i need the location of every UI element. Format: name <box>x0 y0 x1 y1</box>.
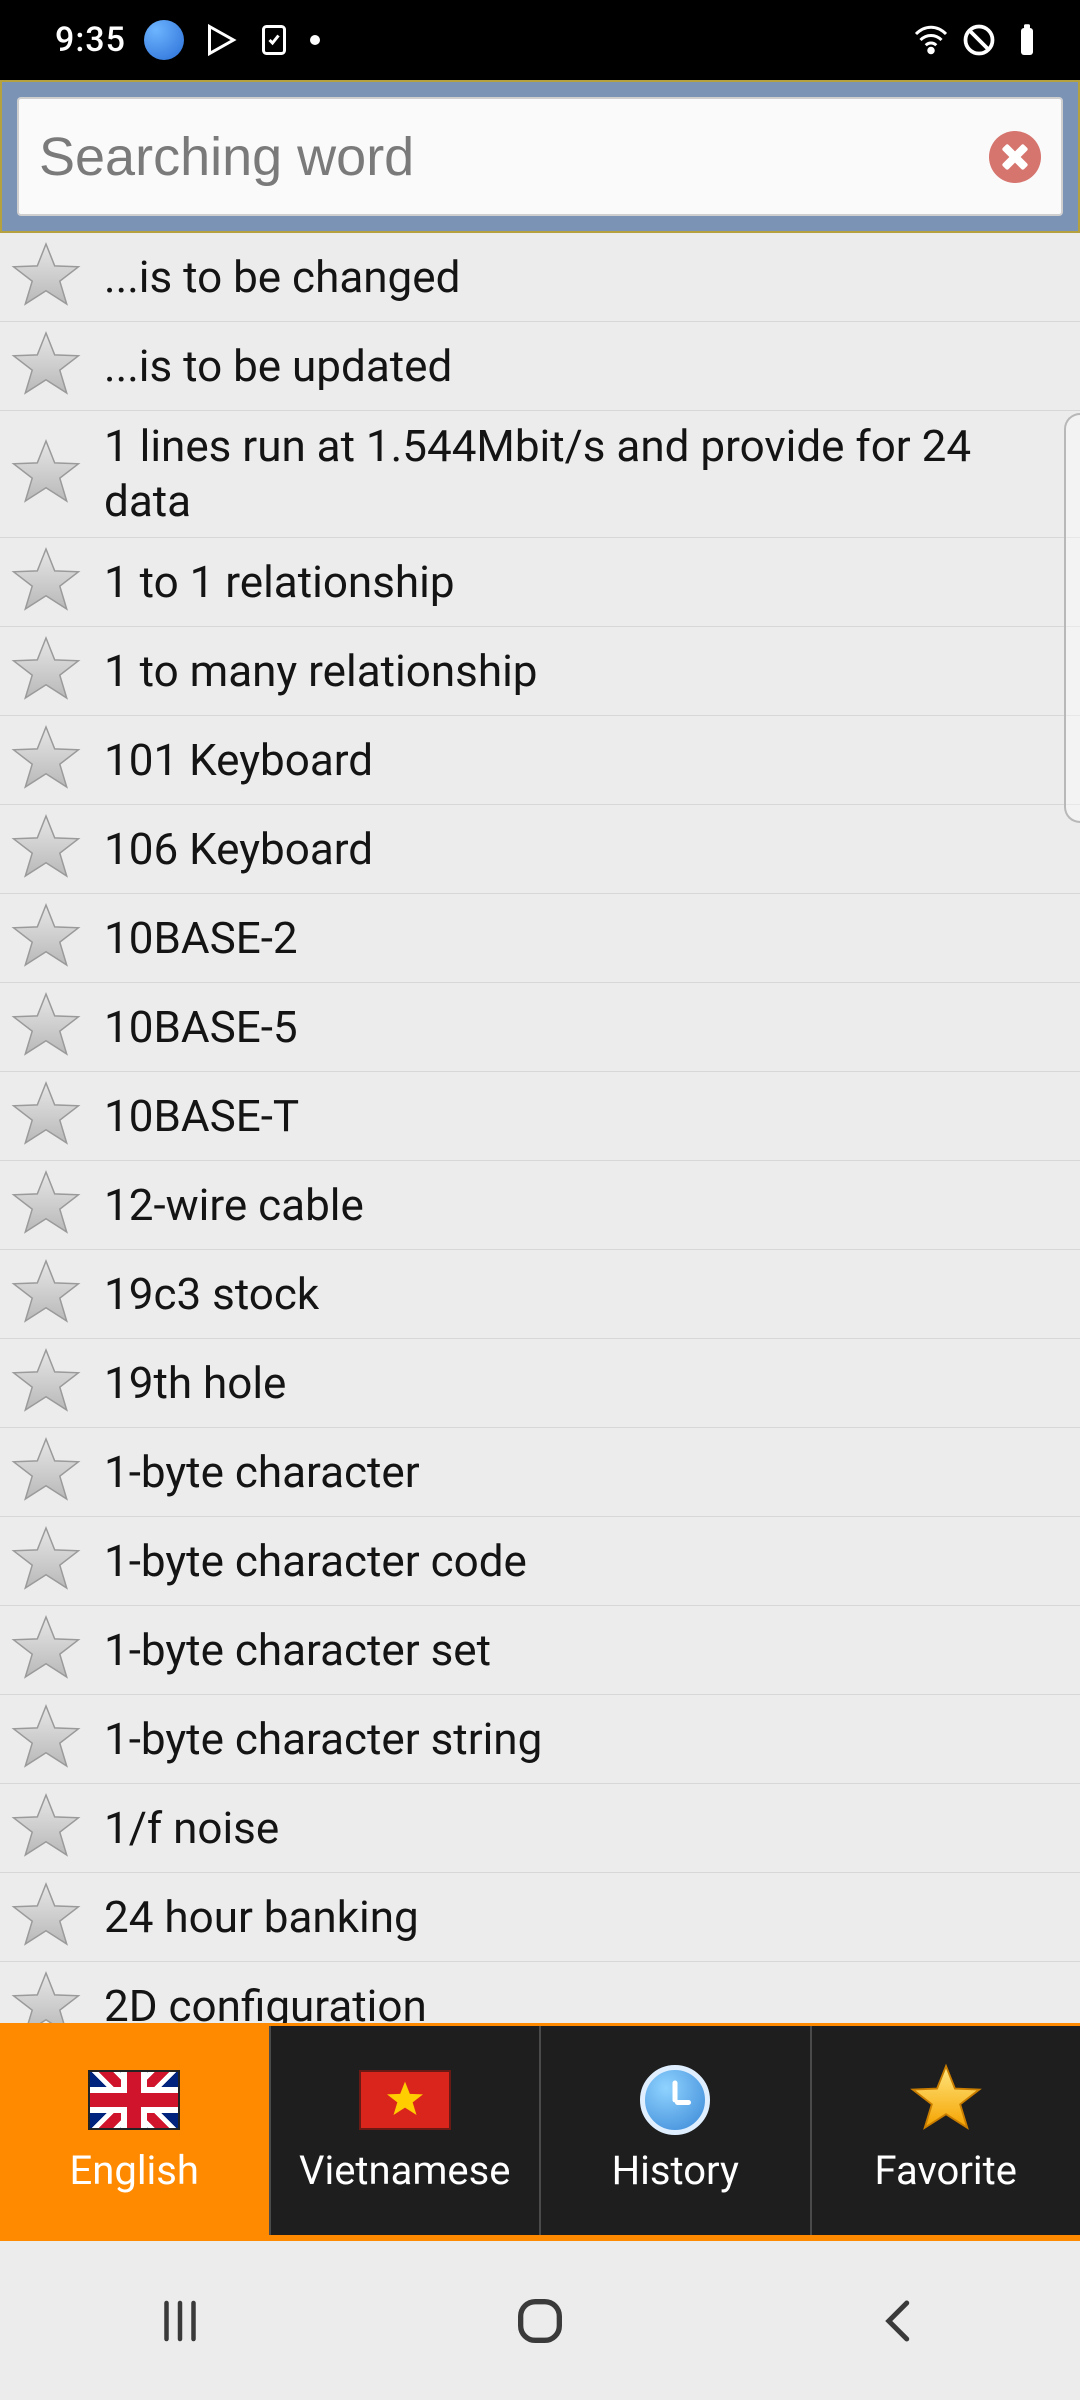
favorite-star-icon[interactable] <box>10 330 82 402</box>
word-text: 24 hour banking <box>104 1890 419 1945</box>
tab-english-label: English <box>70 2147 199 2194</box>
status-clock: 9:35 <box>55 20 126 60</box>
word-row[interactable]: 101 Keyboard <box>0 716 1080 805</box>
word-row[interactable]: 1-byte character <box>0 1428 1080 1517</box>
favorite-star-icon[interactable] <box>10 991 82 1063</box>
search-input[interactable] <box>39 126 989 188</box>
clock-icon <box>640 2065 710 2135</box>
favorite-star-icon[interactable] <box>10 546 82 618</box>
favorite-star-icon[interactable] <box>10 902 82 974</box>
word-row[interactable]: 1 to many relationship <box>0 627 1080 716</box>
word-text: 1-byte character <box>104 1445 420 1500</box>
android-status-bar: 9:35 <box>0 0 1080 80</box>
favorite-star-icon[interactable] <box>10 1703 82 1775</box>
word-text: 1 to many relationship <box>104 644 537 699</box>
favorite-star-icon[interactable] <box>10 813 82 885</box>
android-home-button[interactable] <box>440 2292 640 2350</box>
favorite-star-icon[interactable] <box>10 1436 82 1508</box>
word-text: 1-byte character set <box>104 1623 491 1678</box>
clear-search-icon[interactable] <box>989 131 1041 183</box>
word-text: 1/f noise <box>104 1801 279 1856</box>
favorite-star-icon[interactable] <box>10 1525 82 1597</box>
sim-card-icon <box>256 22 292 58</box>
do-not-disturb-icon <box>961 22 997 58</box>
tab-favorite[interactable]: Favorite <box>812 2026 1080 2235</box>
word-row[interactable]: 24 hour banking <box>0 1873 1080 1962</box>
word-row[interactable]: 10BASE-T <box>0 1072 1080 1161</box>
favorite-star-icon[interactable] <box>10 1169 82 1241</box>
word-row[interactable]: 19c3 stock <box>0 1250 1080 1339</box>
status-more-dot-icon <box>310 35 320 45</box>
search-box[interactable] <box>17 97 1063 216</box>
word-text: 106 Keyboard <box>104 822 373 877</box>
favorite-star-icon[interactable] <box>10 1080 82 1152</box>
tab-history[interactable]: History <box>541 2026 812 2235</box>
word-row[interactable]: ...is to be updated <box>0 322 1080 411</box>
android-nav-bar <box>0 2241 1080 2400</box>
word-text: 2D configuration <box>104 1979 427 2024</box>
tab-history-label: History <box>612 2147 739 2194</box>
search-bar-container <box>0 80 1080 233</box>
word-text: 12-wire cable <box>104 1178 364 1233</box>
uk-flag-icon <box>88 2070 180 2130</box>
android-recent-button[interactable] <box>80 2294 280 2348</box>
favorite-star-icon[interactable] <box>10 241 82 313</box>
word-list[interactable]: ...is to be changed ...is to be updated … <box>0 233 1080 2023</box>
word-row[interactable]: 10BASE-5 <box>0 983 1080 1072</box>
word-text: 1-byte character code <box>104 1534 527 1589</box>
word-text: 1-byte character string <box>104 1712 542 1767</box>
vietnam-flag-icon <box>359 2070 451 2130</box>
word-text: 10BASE-5 <box>104 1000 298 1055</box>
favorite-star-icon[interactable] <box>10 724 82 796</box>
tab-favorite-label: Favorite <box>875 2147 1017 2194</box>
android-back-button[interactable] <box>800 2294 1000 2348</box>
battery-icon <box>1009 22 1045 58</box>
word-row[interactable]: 2D configuration <box>0 1962 1080 2023</box>
word-text: 1 to 1 relationship <box>104 555 455 610</box>
word-row[interactable]: 1-byte character code <box>0 1517 1080 1606</box>
favorite-star-icon[interactable] <box>10 1881 82 1953</box>
favorite-star-icon[interactable] <box>10 1792 82 1864</box>
word-text: ...is to be updated <box>104 339 452 394</box>
tab-vietnamese-label: Vietnamese <box>299 2147 510 2194</box>
favorite-star-icon[interactable] <box>10 1970 82 2023</box>
word-row[interactable]: 1/f noise <box>0 1784 1080 1873</box>
word-row[interactable]: 1 lines run at 1.544Mbit/s and provide f… <box>0 411 1080 538</box>
word-text: 10BASE-T <box>104 1089 299 1144</box>
word-text: 101 Keyboard <box>104 733 373 788</box>
bottom-tabs: English Vietnamese History Favorite <box>0 2023 1080 2241</box>
favorite-star-icon[interactable] <box>10 1347 82 1419</box>
scroll-indicator[interactable] <box>1064 413 1080 823</box>
word-row[interactable]: 1-byte character set <box>0 1606 1080 1695</box>
word-row[interactable]: 12-wire cable <box>0 1161 1080 1250</box>
favorite-star-icon[interactable] <box>10 1258 82 1330</box>
favorite-star-icon[interactable] <box>10 1614 82 1686</box>
favorite-star-icon[interactable] <box>10 438 82 510</box>
word-row[interactable]: ...is to be changed <box>0 233 1080 322</box>
word-text: ...is to be changed <box>104 250 460 305</box>
word-text: 19c3 stock <box>104 1267 319 1322</box>
play-store-icon <box>202 22 238 58</box>
word-row[interactable]: 1 to 1 relationship <box>0 538 1080 627</box>
status-app-icon <box>144 20 184 60</box>
word-row[interactable]: 19th hole <box>0 1339 1080 1428</box>
tab-english[interactable]: English <box>0 2026 271 2235</box>
word-text: 19th hole <box>104 1356 286 1411</box>
wifi-icon <box>913 22 949 58</box>
star-icon <box>900 2067 992 2133</box>
word-row[interactable]: 10BASE-2 <box>0 894 1080 983</box>
tab-vietnamese[interactable]: Vietnamese <box>271 2026 542 2235</box>
word-text: 1 lines run at 1.544Mbit/s and provide f… <box>104 419 1060 529</box>
word-text: 10BASE-2 <box>104 911 298 966</box>
word-row[interactable]: 106 Keyboard <box>0 805 1080 894</box>
word-row[interactable]: 1-byte character string <box>0 1695 1080 1784</box>
favorite-star-icon[interactable] <box>10 635 82 707</box>
